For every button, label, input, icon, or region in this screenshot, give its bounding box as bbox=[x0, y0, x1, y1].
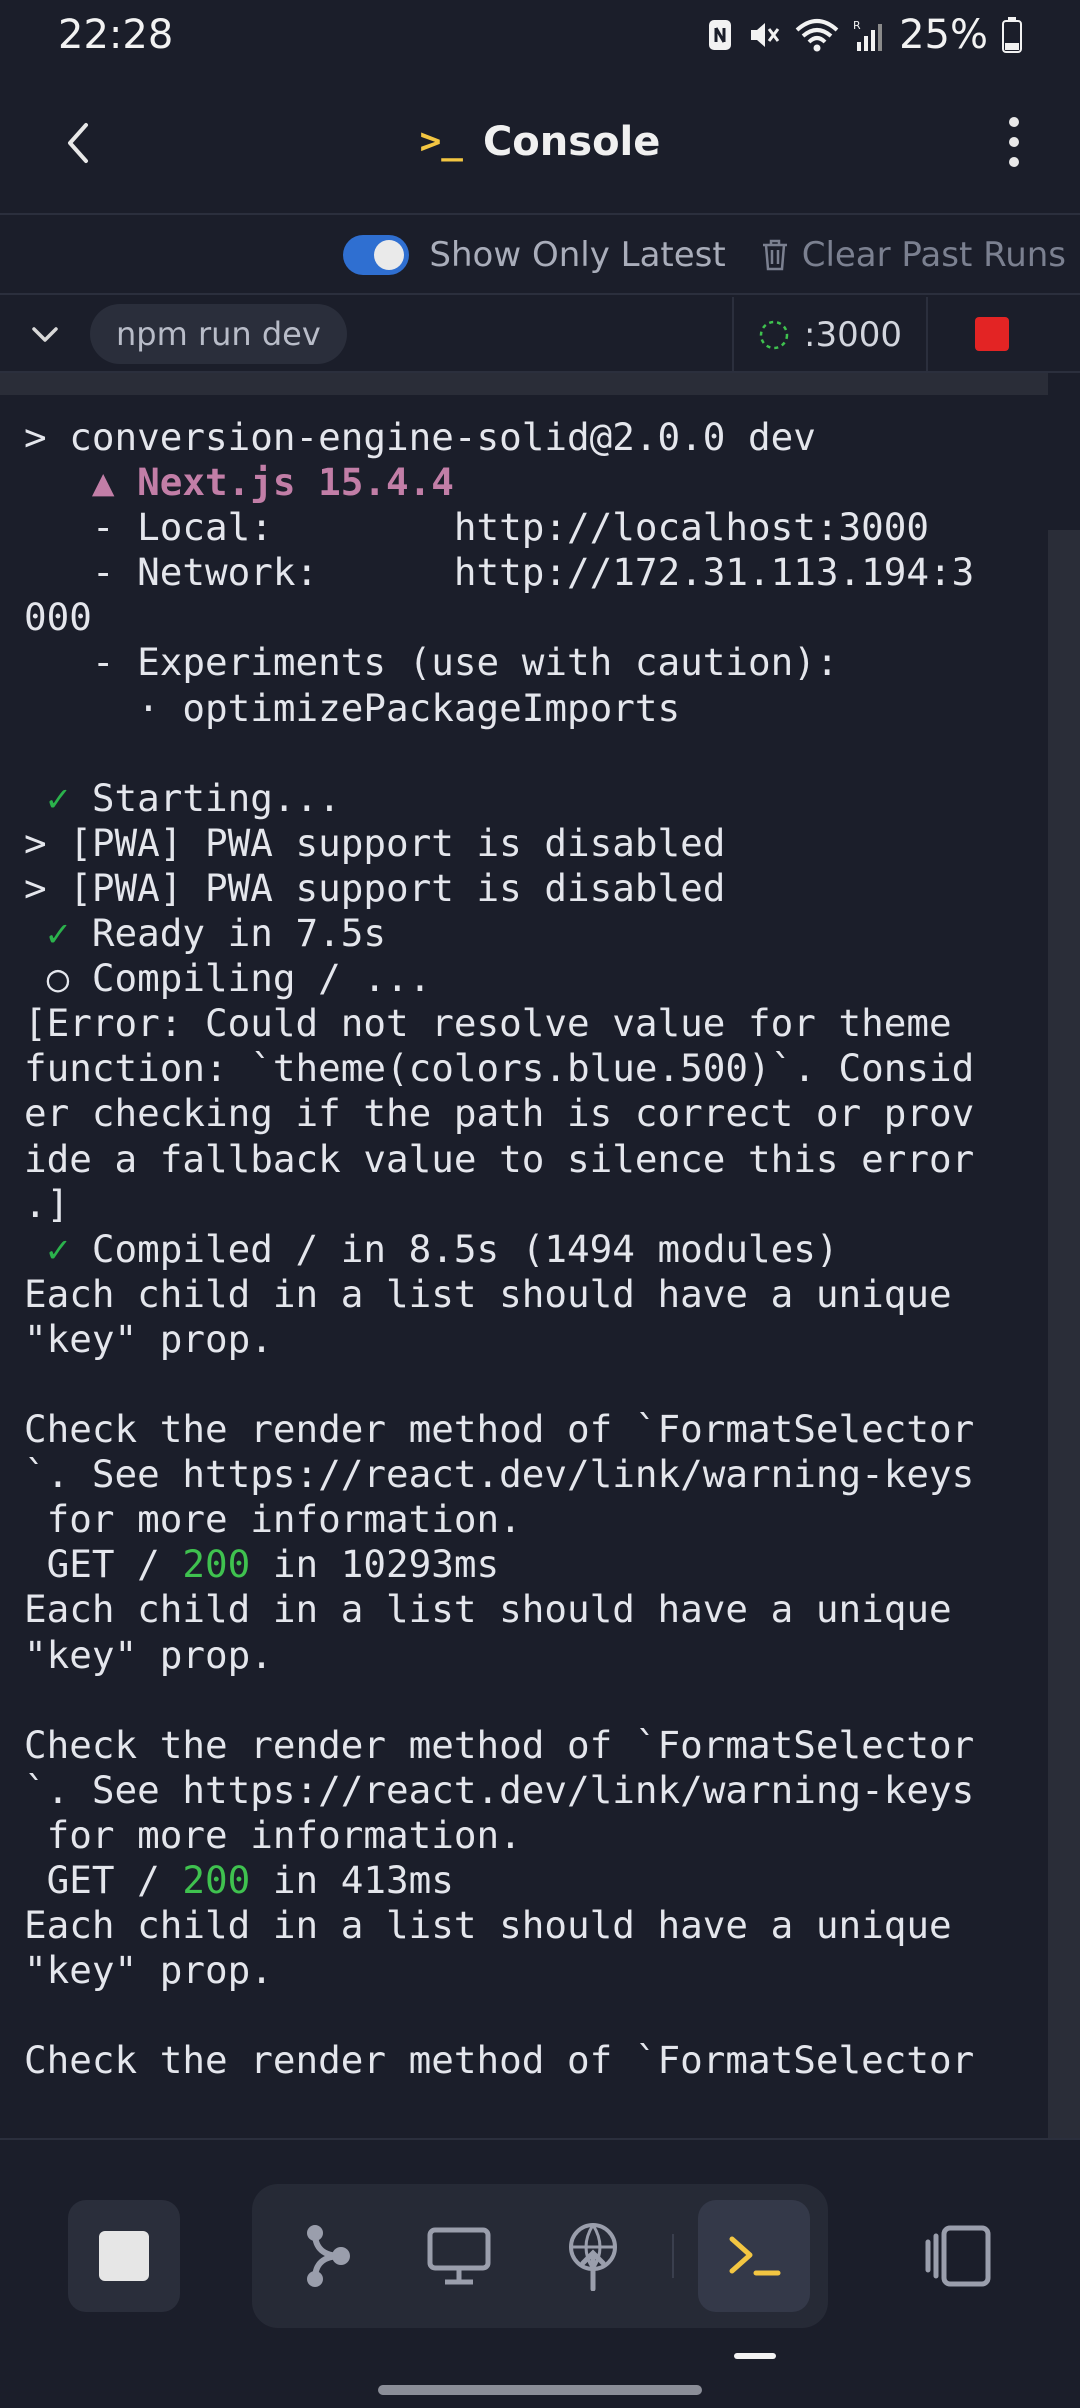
page-title-label: Console bbox=[482, 118, 661, 165]
more-vertical-icon[interactable] bbox=[994, 112, 1034, 172]
terminal-icon: >_ bbox=[419, 121, 463, 162]
active-tab-indicator bbox=[734, 2353, 776, 2359]
nav-separator bbox=[672, 2234, 674, 2278]
mute-icon bbox=[751, 23, 780, 47]
console-line: "key" prop. bbox=[24, 1316, 273, 1361]
nav-console[interactable] bbox=[698, 2200, 810, 2312]
console-line: GET / 200 in 10293ms bbox=[24, 1542, 500, 1587]
nav-group bbox=[252, 2184, 828, 2328]
clear-label: Clear Past Runs bbox=[801, 235, 1066, 275]
output-header-band bbox=[0, 373, 1048, 395]
console-line: [Error: Could not resolve value for them… bbox=[24, 1001, 952, 1046]
console-line: Check the render method of `FormatSelect… bbox=[24, 1722, 975, 1767]
battery-percent: 25% bbox=[899, 12, 988, 58]
git-branch-icon bbox=[307, 2225, 350, 2287]
nav-deploy[interactable] bbox=[548, 2211, 638, 2301]
console-line: - Network: http://172.31.113.194:3 bbox=[24, 550, 975, 595]
console-line: "key" prop. bbox=[24, 1632, 273, 1677]
console-line: er checking if the path is correct or pr… bbox=[24, 1091, 975, 1136]
signal-icon: R bbox=[853, 19, 883, 51]
status-time: 22:28 bbox=[58, 12, 174, 58]
port-indicator[interactable]: :3000 bbox=[732, 297, 928, 373]
trash-icon bbox=[762, 239, 787, 271]
console-line: Check the render method of `FormatSelect… bbox=[24, 2038, 975, 2083]
console-line: "key" prop. bbox=[24, 1948, 273, 1993]
chevron-down-icon bbox=[32, 327, 58, 342]
console-line: Check the render method of `FormatSelect… bbox=[24, 1407, 975, 1452]
port-label: :3000 bbox=[804, 315, 902, 355]
console-line: ○ Compiling / ... bbox=[24, 956, 432, 1001]
status-icons: R 25% bbox=[707, 12, 1022, 58]
console-line: .] bbox=[24, 1181, 70, 1226]
toggle-label: Show Only Latest bbox=[429, 235, 726, 275]
console-text: > conversion-engine-solid@2.0.0 dev ▲ Ne… bbox=[0, 395, 1048, 2083]
console-line: for more information. bbox=[24, 1812, 522, 1857]
console-line: GET / 200 in 413ms bbox=[24, 1858, 454, 1902]
process-row: npm run dev :3000 bbox=[0, 297, 1080, 373]
console-line: > [PWA] PWA support is disabled bbox=[24, 865, 726, 910]
console-line: ✓ Ready in 7.5s bbox=[46, 911, 386, 956]
scrollbar[interactable] bbox=[1048, 530, 1080, 2138]
console-line: - Local: http://localhost:3000 bbox=[24, 505, 929, 550]
stop-icon bbox=[99, 2231, 149, 2281]
console-line: `. See https://react.dev/link/warning-ke… bbox=[24, 1767, 975, 1812]
toggle-knob bbox=[374, 240, 405, 270]
console-line: Each child in a list should have a uniqu… bbox=[24, 1587, 952, 1632]
console-line: for more information. bbox=[24, 1497, 522, 1542]
nav-preview[interactable] bbox=[414, 2211, 504, 2301]
console-line: `. See https://react.dev/link/warning-ke… bbox=[24, 1452, 975, 1497]
console-line: function: `theme(colors.blue.500)`. Cons… bbox=[24, 1046, 975, 1091]
toggle-switch[interactable] bbox=[343, 235, 410, 275]
deploy-icon bbox=[569, 2223, 617, 2291]
console-toolbar: Show Only Latest Clear Past Runs bbox=[0, 217, 1080, 295]
console-output[interactable]: > conversion-engine-solid@2.0.0 dev ▲ Ne… bbox=[0, 395, 1048, 2135]
console-line: ✓ Starting... bbox=[46, 775, 341, 820]
console-line: Each child in a list should have a uniqu… bbox=[24, 1903, 952, 1948]
collapse-button[interactable] bbox=[0, 296, 90, 372]
wifi-icon bbox=[795, 19, 839, 52]
console-line: · optimizePackageImports bbox=[24, 685, 681, 730]
svg-text:R: R bbox=[853, 19, 861, 32]
console-line: 000 bbox=[24, 595, 92, 640]
nav-git[interactable] bbox=[282, 2211, 372, 2301]
bottom-nav bbox=[0, 2138, 1080, 2408]
home-indicator[interactable] bbox=[378, 2385, 702, 2395]
console-line: > conversion-engine-solid@2.0.0 dev bbox=[24, 415, 816, 459]
console-line: > [PWA] PWA support is disabled bbox=[24, 820, 726, 865]
terminal-icon bbox=[729, 2236, 781, 2276]
clear-past-runs-button[interactable]: Clear Past Runs bbox=[760, 235, 1066, 275]
command-chip[interactable]: npm run dev bbox=[90, 304, 347, 364]
stop-button[interactable] bbox=[68, 2200, 180, 2312]
console-line: - Experiments (use with caution): bbox=[24, 640, 839, 685]
panel-icon[interactable] bbox=[918, 2216, 998, 2296]
status-bar: 22:28 R 25% bbox=[0, 0, 1080, 70]
loading-circle-icon bbox=[759, 320, 789, 350]
app-header: >_ Console bbox=[0, 70, 1080, 215]
nfc-icon bbox=[709, 20, 732, 50]
stop-process-button[interactable] bbox=[975, 317, 1009, 351]
console-line: ide a fallback value to silence this err… bbox=[24, 1136, 975, 1181]
console-line: ✓ Compiled / in 8.5s (1494 modules) bbox=[46, 1226, 839, 1271]
console-line: Each child in a list should have a uniqu… bbox=[24, 1271, 952, 1316]
page-title: >_ Console bbox=[420, 119, 661, 165]
console-line: ▲ Next.js 15.4.4 bbox=[91, 460, 454, 505]
back-icon[interactable] bbox=[52, 115, 108, 171]
show-only-latest-toggle[interactable]: Show Only Latest bbox=[343, 235, 726, 275]
battery-icon bbox=[1002, 17, 1022, 53]
monitor-icon bbox=[427, 2227, 491, 2285]
